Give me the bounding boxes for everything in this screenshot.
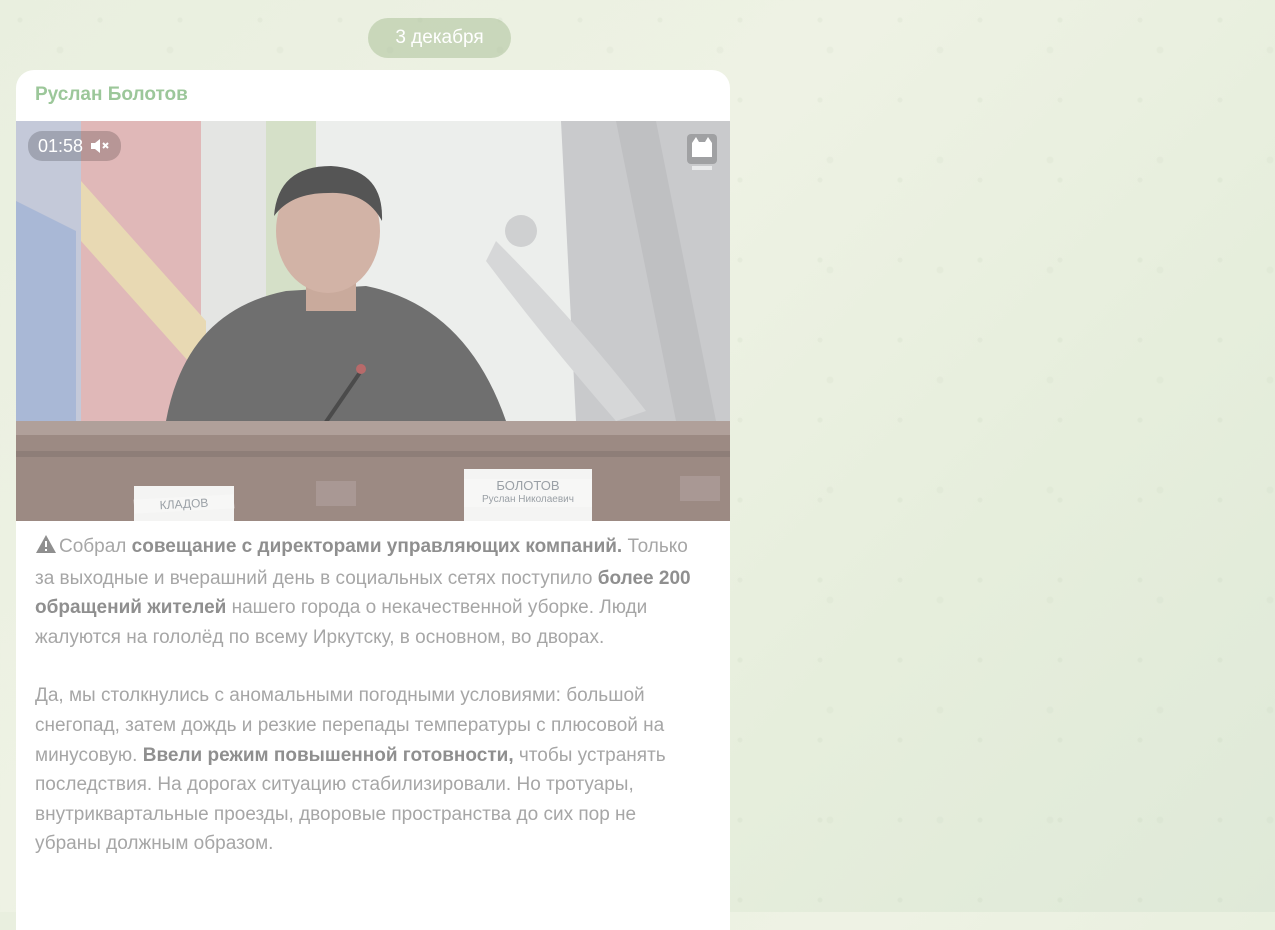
tv-cat-logo-icon [686, 133, 718, 173]
video-preview[interactable]: КЛАДОВ БОЛОТОВ Руслан Николаевич 01:58 [16, 121, 730, 521]
p1-seg1: Собрал [59, 536, 132, 557]
message-text: Собрал совещание с директорами управляющ… [35, 532, 705, 888]
message-author[interactable]: Руслан Болотов [35, 84, 188, 106]
video-frame [16, 121, 730, 521]
warning-icon [35, 534, 57, 564]
name-plate-right: БОЛОТОВ Руслан Николаевич [464, 479, 592, 507]
message-paragraph-1: Собрал совещание с директорами управляющ… [35, 532, 705, 652]
message-bubble[interactable]: Руслан Болотов КЛАДОВ БОЛОТОВ Руслан Ник… [16, 70, 730, 930]
date-separator: 3 декабря [368, 18, 511, 58]
p1-seg2-bold: совещание с директорами управляющих комп… [131, 536, 623, 557]
name-plate-right-fullname: Руслан Николаевич [482, 494, 574, 505]
p2-seg2-bold: Ввели режим повышенной готовности, [142, 744, 514, 766]
message-paragraph-2: Да, мы столкнулись с аномальными погодны… [35, 681, 705, 859]
name-plate-left-text: КЛАДОВ [159, 495, 209, 513]
video-duration: 01:58 [38, 136, 84, 156]
speaker-muted-icon[interactable] [89, 137, 111, 155]
name-plate-right-surname: БОЛОТОВ [496, 478, 560, 493]
video-duration-badge[interactable]: 01:58 [28, 131, 122, 161]
